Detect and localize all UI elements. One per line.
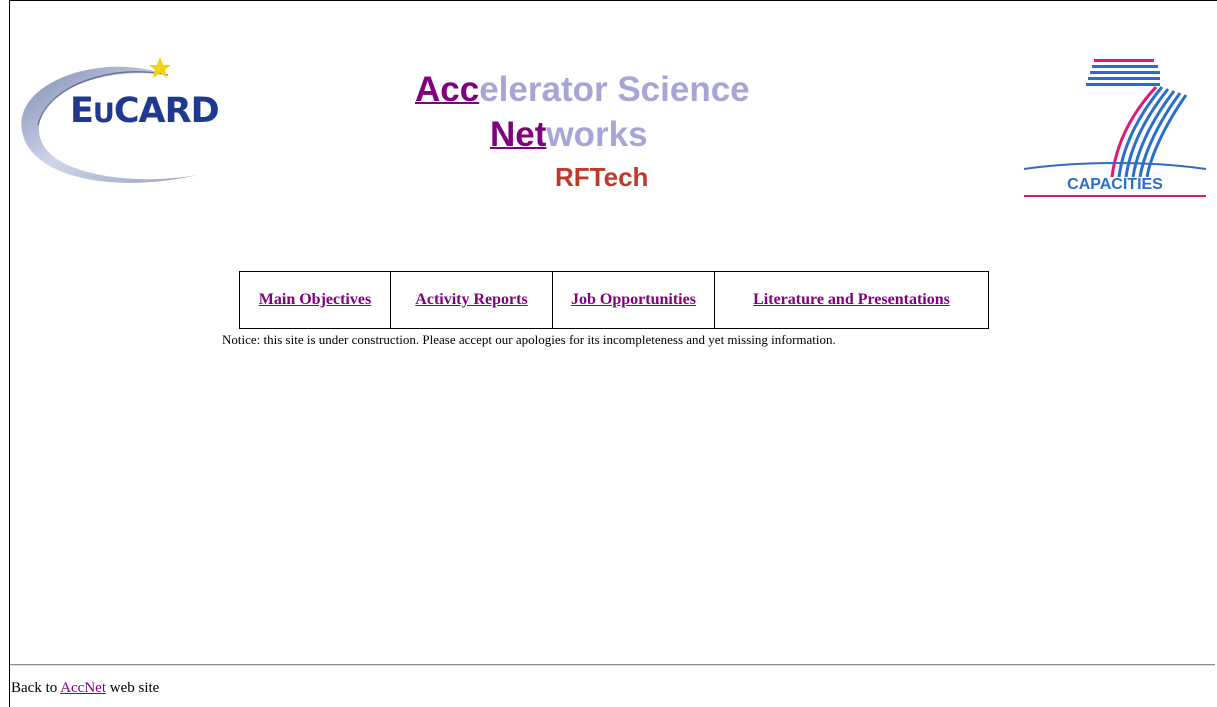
fp7-seven-graphic: CAPACITIES	[1023, 59, 1207, 197]
footer-prefix: Back to	[11, 680, 58, 696]
frame-left-border	[9, 0, 10, 707]
nav-cell-activity-reports: Activity Reports	[391, 272, 553, 328]
main-nav: Main Objectives Activity Reports Job Opp…	[239, 271, 989, 329]
footer-suffix: web site	[109, 680, 160, 696]
capacities-label: CAPACITIES	[1067, 176, 1163, 193]
nav-link-main-objectives[interactable]: Main Objectives	[259, 291, 371, 309]
footer: Back to AccNet web site	[11, 680, 159, 697]
eucard-logo: EUCARD	[18, 55, 220, 195]
nav-link-activity-reports[interactable]: Activity Reports	[415, 291, 527, 309]
nav-cell-main-objectives: Main Objectives	[240, 272, 391, 328]
title-line-1: Accelerator Science	[415, 70, 750, 110]
footer-divider	[10, 664, 1215, 666]
title-rest-1: elerator Science	[479, 70, 750, 109]
nav-cell-literature-presentations: Literature and Presentations	[715, 272, 988, 328]
network-name: RFTech	[555, 162, 649, 192]
title-accent-net: Net	[490, 115, 547, 154]
title-line-2: Networks	[490, 115, 648, 155]
eucard-wordmark: EUCARD	[70, 91, 220, 131]
page-frame: EUCARD Accelerator Science Networks RFTe…	[0, 0, 1217, 707]
nav-link-literature-presentations[interactable]: Literature and Presentations	[753, 291, 950, 309]
title-rest-2: works	[546, 115, 648, 154]
nav-cell-job-opportunities: Job Opportunities	[553, 272, 715, 328]
construction-notice: Notice: this site is under construction.…	[222, 332, 836, 347]
nav-link-job-opportunities[interactable]: Job Opportunities	[571, 291, 696, 309]
title-accent-acc: Acc	[415, 70, 480, 109]
fp7-capacities-logo: CAPACITIES	[1020, 55, 1210, 200]
frame-top-border	[9, 0, 1217, 1]
accnet-link[interactable]: AccNet	[60, 680, 106, 696]
